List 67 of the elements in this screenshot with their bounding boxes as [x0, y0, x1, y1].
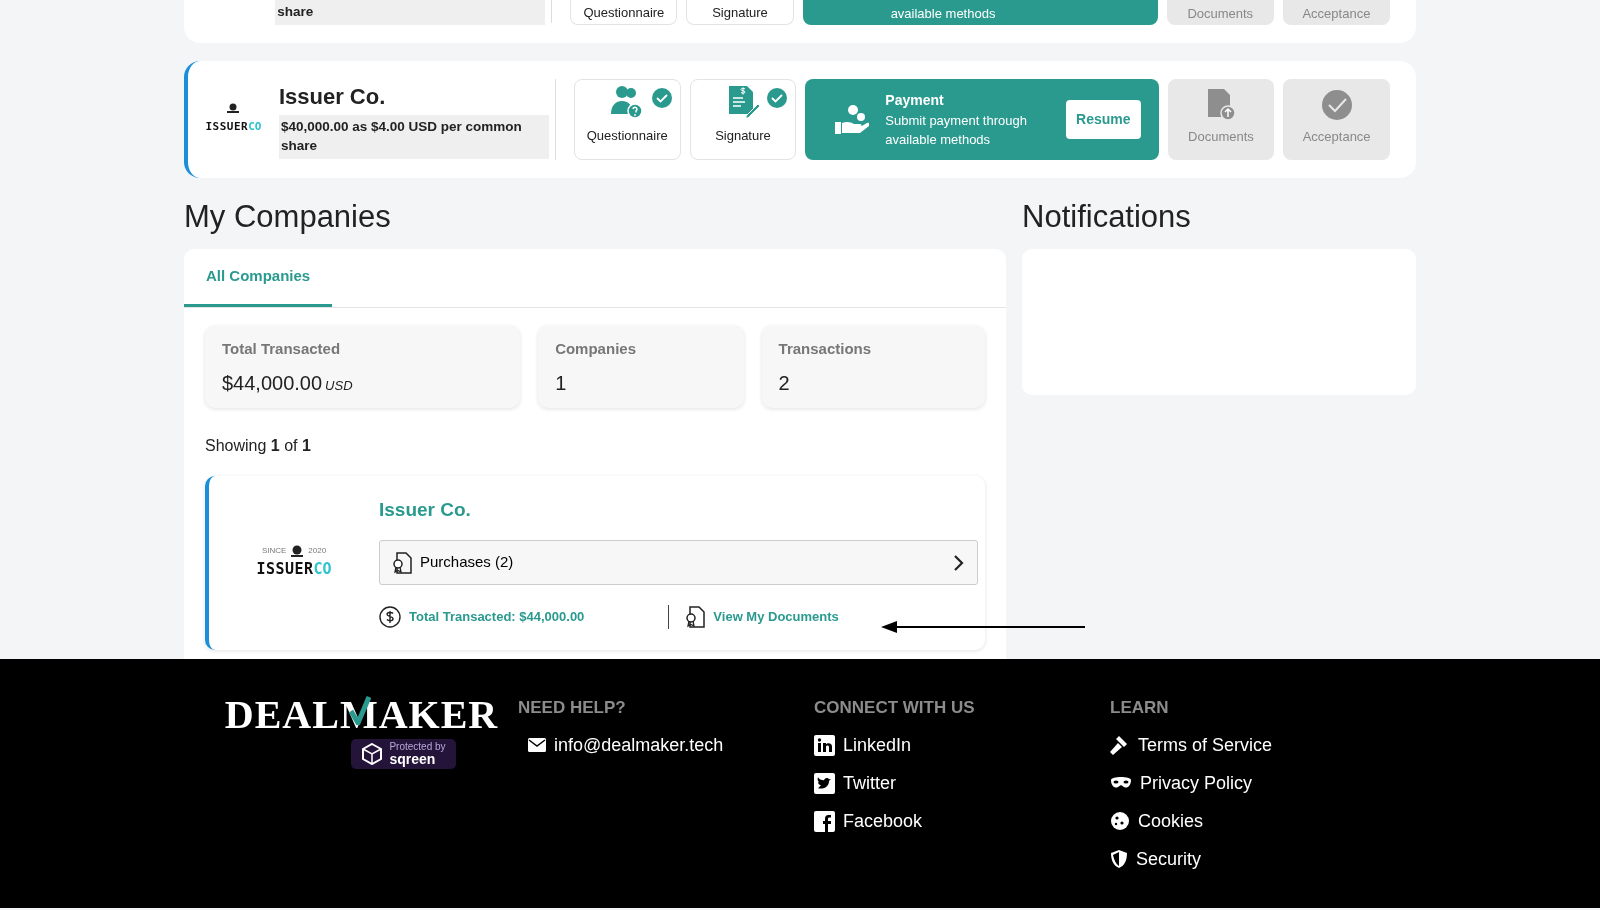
badge-caption: Protected by — [389, 742, 446, 753]
footer-heading: LEARN — [1110, 697, 1170, 720]
footer-link[interactable]: info@dealmaker.tech — [528, 731, 814, 759]
badge-brand: sqreen — [389, 752, 436, 767]
step-description: Submit payment through available methods — [885, 111, 1028, 149]
hand-coins-icon — [833, 103, 870, 136]
envelope-icon — [528, 738, 546, 753]
step-label: Acceptance — [1302, 4, 1371, 23]
offer-description: $40,000.00 as $4.00 USD per common share — [278, 115, 549, 159]
footer-heading: CONNECT WITH US — [814, 697, 976, 720]
stat-label: Companies — [555, 338, 637, 359]
step-label: Questionnaire — [586, 126, 668, 145]
linkedin-icon — [814, 734, 835, 756]
step-label: Documents — [1188, 127, 1254, 146]
step-tile[interactable]: Signature — [689, 79, 797, 160]
stat-unit: USD — [325, 378, 353, 394]
stat-label: Transactions — [778, 338, 873, 359]
footer-link[interactable]: Cookies — [1110, 807, 1410, 835]
footer-heading: NEED HELP? — [518, 697, 627, 720]
stat-value: $44,000.00 — [222, 372, 323, 395]
logo-tagline: 2020 — [308, 544, 327, 557]
stat-value: 1 — [555, 372, 567, 395]
step-label: Signature — [712, 3, 768, 22]
footer-link[interactable]: Privacy Policy — [1110, 769, 1410, 797]
step-tile[interactable]: Questionnaire — [573, 79, 681, 160]
logo-wordmark-accent: CO — [313, 559, 332, 578]
company-name: Issuer Co. — [379, 497, 472, 522]
footer-link[interactable]: Facebook — [814, 807, 1110, 835]
step-label: Questionnaire — [583, 3, 665, 22]
step-label: Documents — [1187, 4, 1254, 23]
people-question-icon — [610, 83, 645, 120]
facebook-icon — [814, 810, 835, 832]
stat-label: Total Transacted — [222, 338, 342, 359]
document-upload-icon — [1205, 86, 1236, 121]
footer-link[interactable]: Security — [1110, 845, 1410, 873]
dollar-circle-icon — [379, 606, 401, 629]
cookie-icon — [1110, 811, 1130, 832]
footer-link[interactable]: Twitter — [814, 769, 1110, 797]
logo-wordmark: ISSUER — [205, 119, 249, 133]
twitter-icon — [814, 772, 835, 794]
hammer-icon — [1110, 735, 1130, 756]
document-seal-icon — [392, 551, 412, 574]
step-label: Acceptance — [1302, 127, 1371, 146]
document-seal-icon — [685, 606, 706, 629]
mask-icon — [1110, 776, 1132, 791]
logo-tagline: SINCE — [261, 544, 287, 557]
results-count: Showing 1 of 1 — [205, 435, 312, 456]
step-description: available methods — [890, 4, 997, 23]
footer-link[interactable]: LinkedIn — [814, 731, 1110, 759]
chevron-right-icon — [953, 553, 965, 572]
check-circle-icon — [1320, 88, 1353, 121]
footer-link[interactable]: Terms of Service — [1110, 731, 1410, 759]
section-title: Notifications — [1022, 198, 1192, 236]
shield-icon — [1110, 849, 1128, 870]
offer-description: share — [275, 0, 546, 25]
step-title: Payment — [885, 90, 945, 110]
step-tile[interactable]: Signature — [686, 0, 794, 25]
logo-wordmark: ISSUER — [256, 559, 314, 578]
cube-icon — [361, 743, 384, 766]
section-title: My Companies — [184, 198, 392, 236]
step-label: Signature — [715, 126, 771, 145]
purchases-row[interactable]: Purchases (2) — [379, 540, 978, 586]
logo-wordmark-accent: CO — [248, 119, 262, 133]
offer-company-name: Issuer Co. — [278, 83, 387, 112]
stat-value: 2 — [778, 372, 790, 395]
total-transacted: Total Transacted: $44,000.00 — [409, 608, 585, 627]
step-tile[interactable]: Questionnaire — [570, 0, 678, 25]
